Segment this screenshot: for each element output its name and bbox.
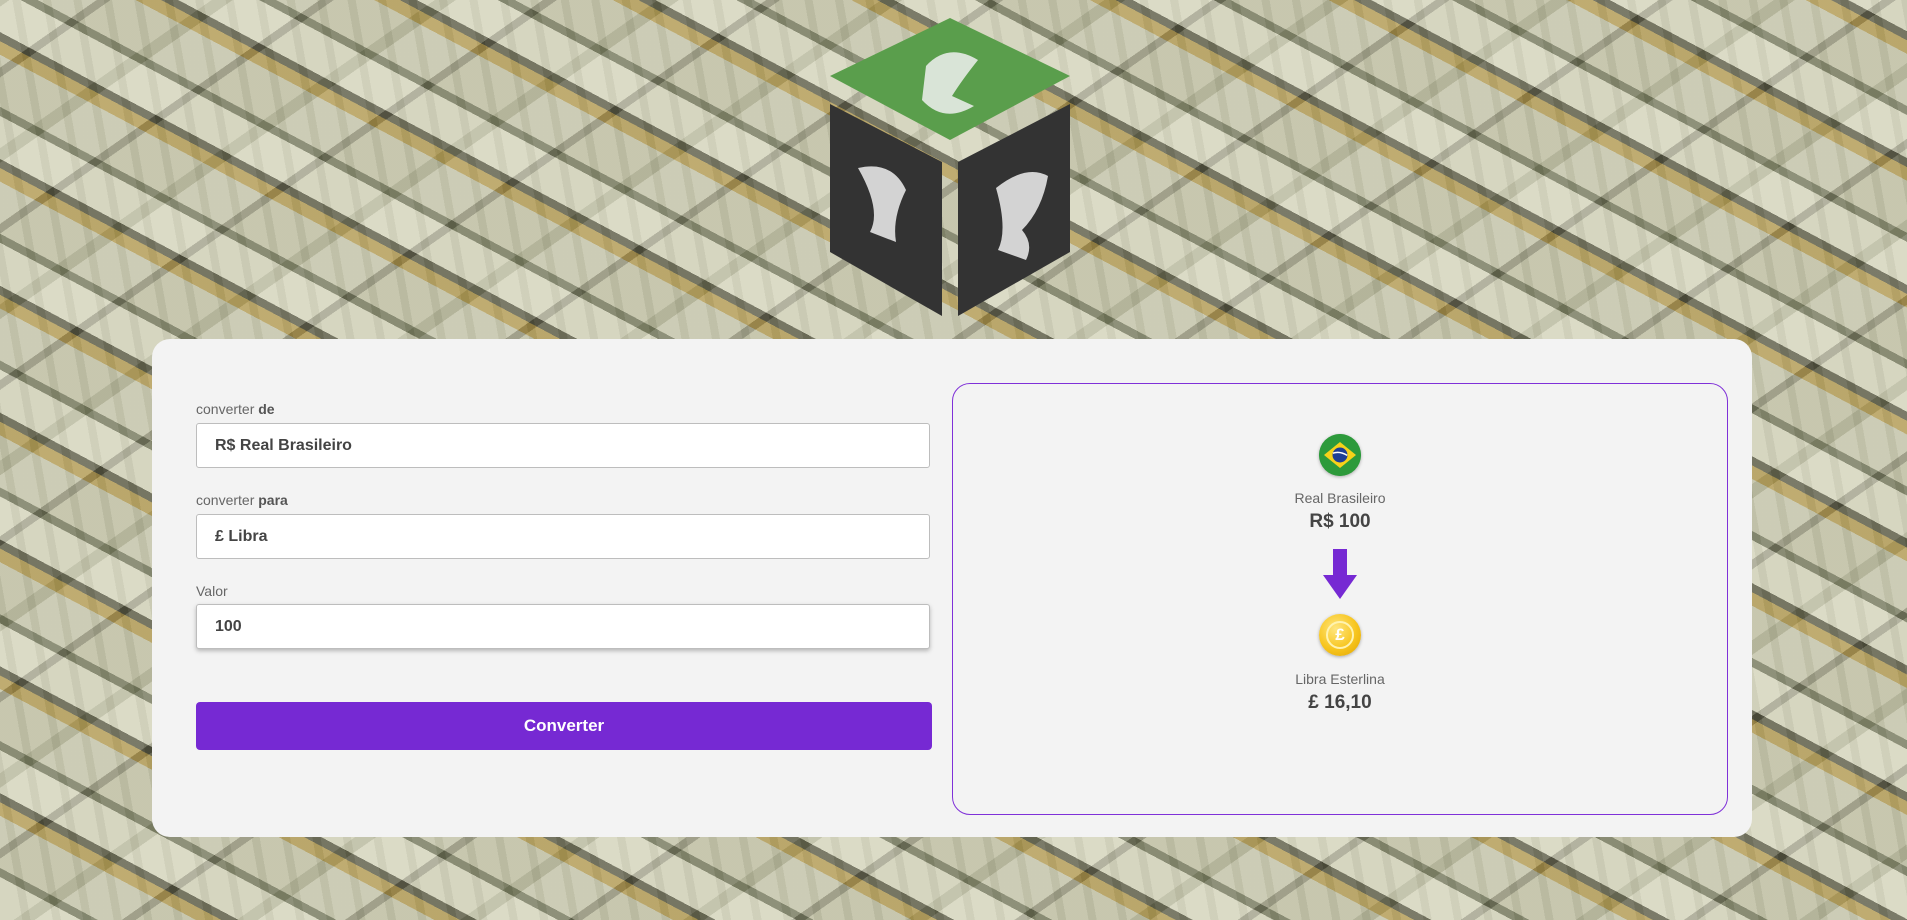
amount-input[interactable]: 100 bbox=[196, 604, 930, 649]
from-currency-value: R$ 100 bbox=[1309, 511, 1371, 532]
amount-label: Valor bbox=[196, 583, 228, 599]
convert-button[interactable]: Converter bbox=[196, 702, 932, 750]
chevron-down-icon: ▼ bbox=[901, 531, 911, 542]
to-currency-label: converter para bbox=[196, 492, 288, 508]
from-currency-select[interactable]: R$ Real Brasileiro ▼ bbox=[196, 423, 930, 468]
currency-cube-logo bbox=[830, 18, 1070, 316]
arrow-down-icon bbox=[1323, 549, 1357, 599]
pound-coin-icon: £ bbox=[1319, 614, 1361, 656]
to-currency-select[interactable]: £ Libra ▼ bbox=[196, 514, 930, 559]
converter-card: converter de R$ Real Brasileiro ▼ conver… bbox=[152, 339, 1752, 837]
to-currency-value: £ 16,10 bbox=[1308, 692, 1372, 713]
to-currency-name: Libra Esterlina bbox=[1295, 671, 1385, 687]
chevron-down-icon: ▼ bbox=[901, 440, 911, 451]
from-currency-name: Real Brasileiro bbox=[1294, 490, 1386, 506]
from-currency-label: converter de bbox=[196, 401, 275, 417]
result-panel: Real Brasileiro R$ 100 £ Libra Esterlina… bbox=[952, 383, 1728, 815]
brazil-flag-icon bbox=[1319, 434, 1361, 476]
